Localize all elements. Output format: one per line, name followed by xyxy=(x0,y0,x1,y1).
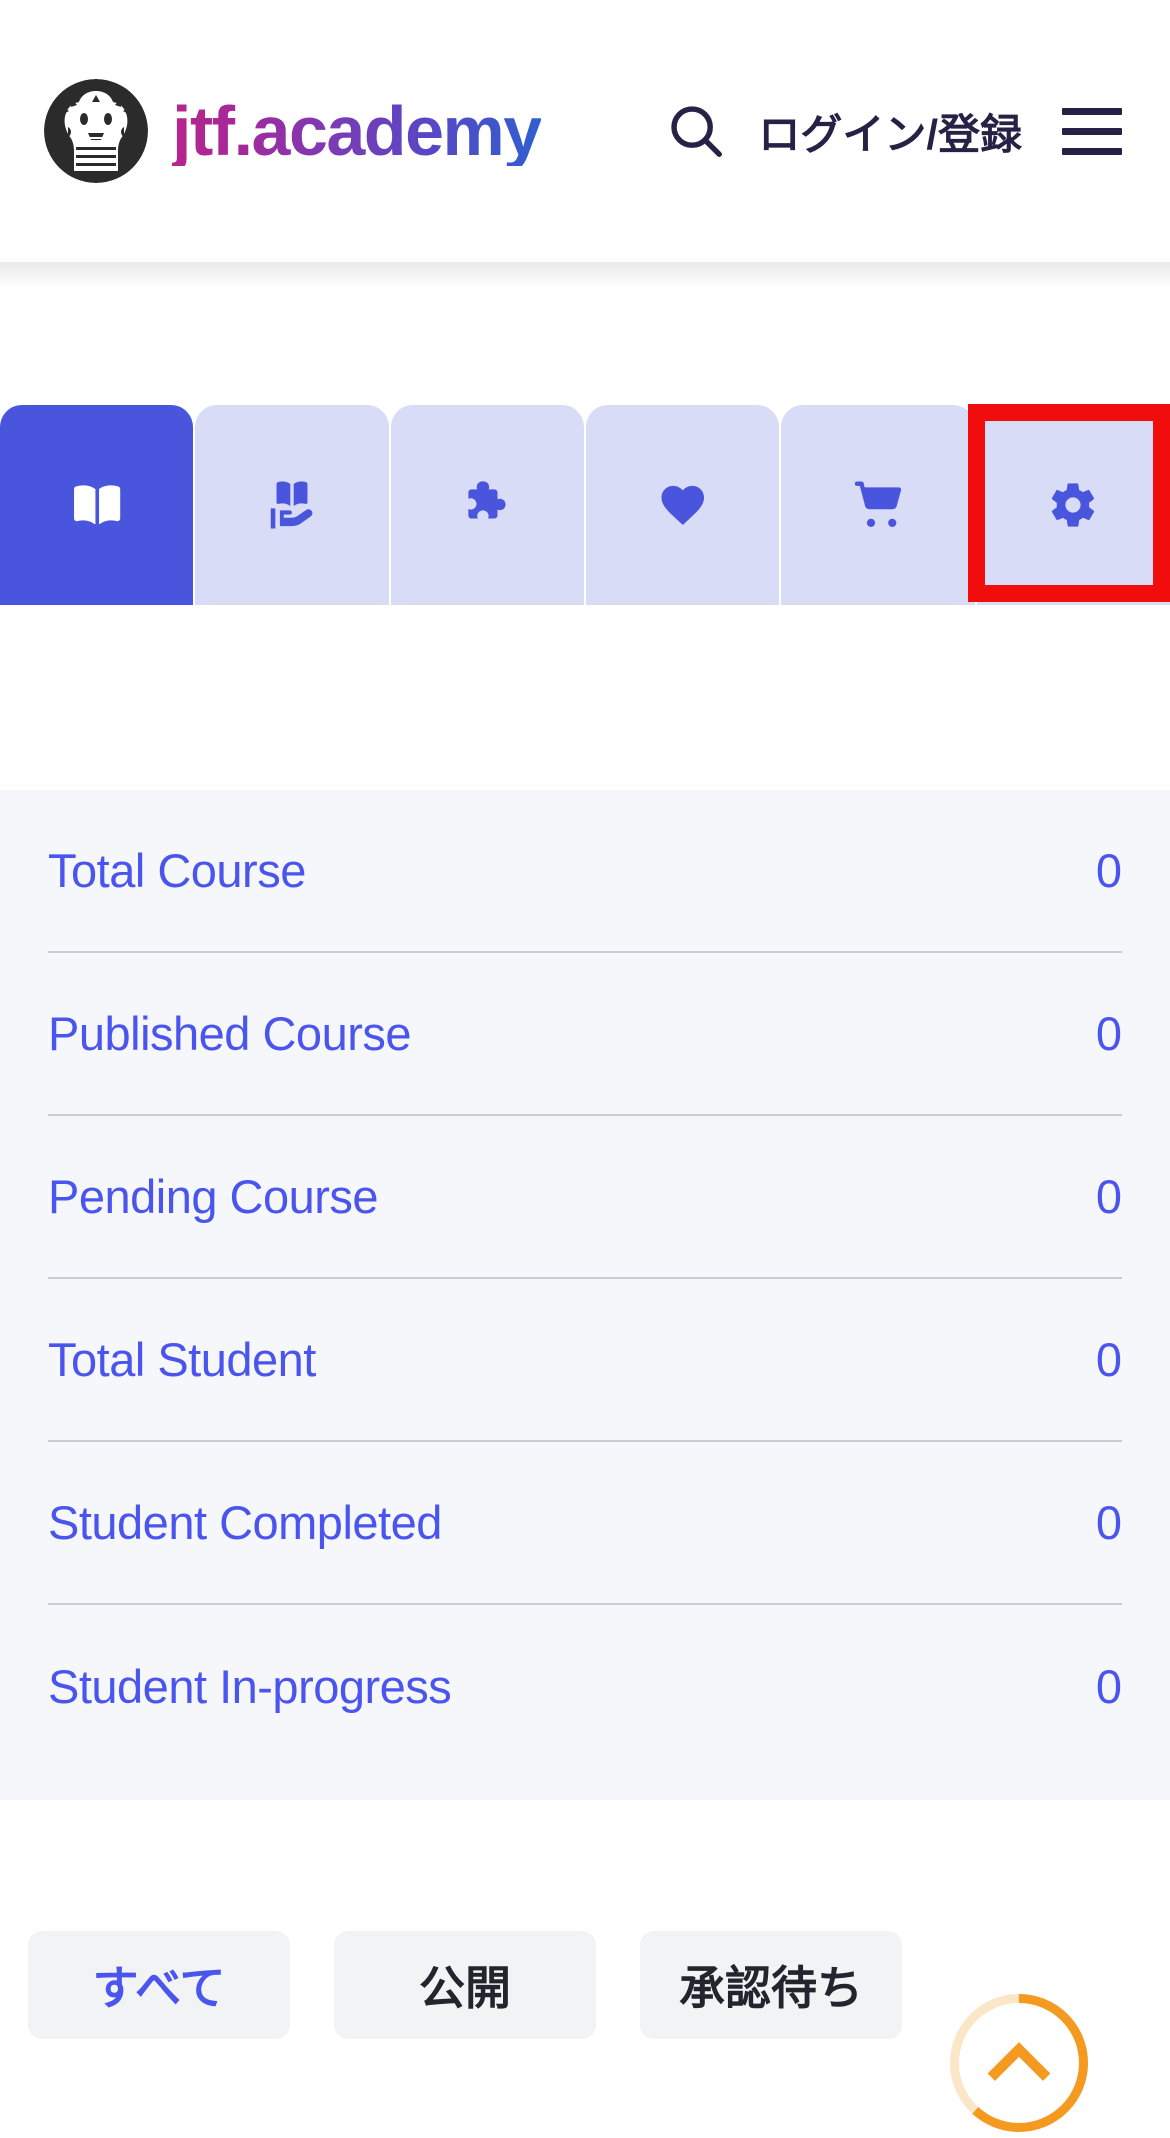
brand-wordmark: jtf.academy xyxy=(172,92,542,170)
stat-row-pending-course: Pending Course 0 xyxy=(48,1116,1122,1279)
stat-value: 0 xyxy=(1095,1496,1122,1549)
dashboard-tabbar xyxy=(0,405,1170,605)
header-shadow xyxy=(0,262,1170,288)
brand-logo[interactable]: jtf.academy xyxy=(42,77,542,185)
stat-label: Student In-progress xyxy=(48,1660,452,1713)
filter-chip-all[interactable]: すべて xyxy=(28,1931,290,2039)
scroll-to-top-button[interactable] xyxy=(944,1988,1094,2138)
header-actions: ログイン/登録 xyxy=(648,83,1128,179)
stat-label: Pending Course xyxy=(48,1170,379,1223)
stat-row-total-student: Total Student 0 xyxy=(48,1279,1122,1442)
stat-value: 0 xyxy=(1095,844,1122,897)
instructor-stats-panel: Total Course 0 Published Course 0 Pendin… xyxy=(0,790,1170,1800)
tab-quiz[interactable] xyxy=(390,405,584,605)
stat-row-student-in-progress: Student In-progress 0 xyxy=(48,1605,1122,1768)
hamburger-menu-icon[interactable] xyxy=(1056,95,1128,167)
stat-value: 0 xyxy=(1095,1660,1122,1713)
site-header: jtf.academy ログイン/登録 xyxy=(0,0,1170,262)
stat-label: Student Completed xyxy=(48,1496,442,1549)
stat-label: Total Student xyxy=(48,1333,316,1386)
stat-value: 0 xyxy=(1095,1333,1122,1386)
academy-crest-emblem-icon xyxy=(42,77,150,185)
stat-row-published-course: Published Course 0 xyxy=(48,953,1122,1116)
tab-courses[interactable] xyxy=(0,405,194,605)
login-register-link[interactable]: ログイン/登録 xyxy=(744,101,1056,162)
stat-value: 0 xyxy=(1095,1007,1122,1060)
stat-value: 0 xyxy=(1095,1170,1122,1223)
search-icon[interactable] xyxy=(648,83,744,179)
tab-cart[interactable] xyxy=(781,405,975,605)
filter-chip-pending[interactable]: 承認待ち xyxy=(640,1931,902,2039)
tab-settings[interactable] xyxy=(976,405,1170,605)
stat-label: Total Course xyxy=(48,844,306,897)
tab-wishlist[interactable] xyxy=(585,405,780,605)
stat-row-total-course: Total Course 0 xyxy=(48,790,1122,953)
filter-chip-public[interactable]: 公開 xyxy=(334,1931,596,2039)
tab-my-learning[interactable] xyxy=(195,405,389,605)
stat-label: Published Course xyxy=(48,1007,412,1060)
stat-row-student-completed: Student Completed 0 xyxy=(48,1442,1122,1605)
